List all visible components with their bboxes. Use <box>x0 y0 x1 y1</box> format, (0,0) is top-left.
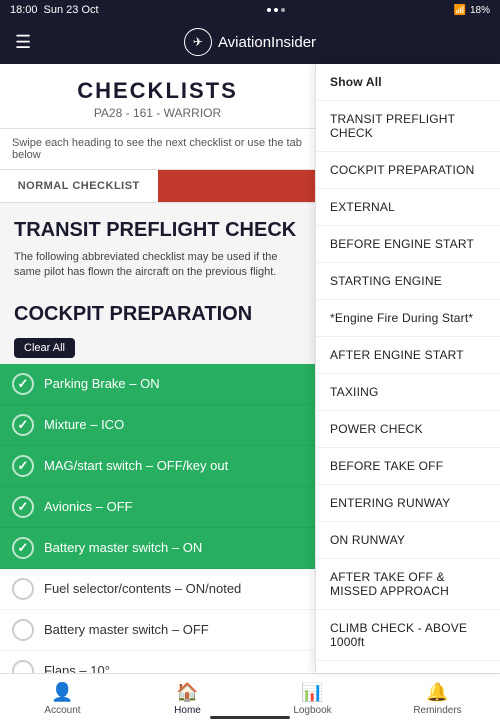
subsection-title-cockpit: COCKPIT PREPARATION <box>0 291 315 334</box>
list-item[interactable]: ✓ Mixture – ICO <box>0 405 315 446</box>
check-icon: ✓ <box>12 373 34 395</box>
dropdown-item-on-runway[interactable]: ON RUNWAY <box>316 522 500 559</box>
tab-bar: NORMAL CHECKLIST <box>0 170 315 203</box>
dropdown-item-before-takeoff[interactable]: BEFORE TAKE OFF <box>316 448 500 485</box>
item-text: Parking Brake – ON <box>44 376 160 391</box>
nav-logbook-label: Logbook <box>293 705 331 716</box>
main-content: CHECKLISTS PA28 - 161 - WARRIOR Swipe ea… <box>0 64 500 673</box>
list-item[interactable]: Flaps – 10° <box>0 651 315 673</box>
uncheck-icon <box>12 619 34 641</box>
item-text: Fuel selector/contents – ON/noted <box>44 581 241 596</box>
dropdown-item-before-engine[interactable]: BEFORE ENGINE START <box>316 226 500 263</box>
dropdown-item-taxiing[interactable]: TAXIING <box>316 374 500 411</box>
person-icon: 👤 <box>51 682 73 703</box>
dropdown-item-show-all[interactable]: Show All <box>316 64 500 101</box>
item-text: MAG/start switch – OFF/key out <box>44 458 228 473</box>
logo-icon: ✈ <box>184 28 212 56</box>
nav-home-label: Home <box>174 705 201 716</box>
dropdown-item-toc[interactable]: TOC / CRUISE / AIRFIELD APPROACH <box>316 661 500 673</box>
uncheck-icon <box>12 660 34 673</box>
checklist-title-section: CHECKLISTS PA28 - 161 - WARRIOR <box>0 64 315 129</box>
home-indicator <box>210 716 290 719</box>
dropdown-item-power-check[interactable]: POWER CHECK <box>316 411 500 448</box>
item-text: Battery master switch – ON <box>44 540 202 555</box>
app-header: ☰ ✈ AviationInsider <box>0 20 500 64</box>
dropdown-item-external[interactable]: EXTERNAL <box>316 189 500 226</box>
dropdown-item-after-engine[interactable]: AFTER ENGINE START <box>316 337 500 374</box>
status-bar: 18:00 Sun 23 Oct 📶 18% <box>0 0 500 20</box>
item-text: Mixture – ICO <box>44 417 124 432</box>
tab-normal-checklist[interactable]: NORMAL CHECKLIST <box>0 170 158 202</box>
clear-all-cockpit[interactable]: Clear All <box>14 338 75 358</box>
item-text: Avionics – OFF <box>44 499 133 514</box>
nav-account[interactable]: 👤 Account <box>0 676 125 722</box>
check-icon: ✓ <box>12 455 34 477</box>
dropdown-panel: Show All TRANSIT PREFLIGHT CHECK COCKPIT… <box>315 64 500 673</box>
app-logo: ✈ AviationInsider <box>184 28 316 56</box>
checklist-panel: CHECKLISTS PA28 - 161 - WARRIOR Swipe ea… <box>0 64 315 673</box>
bottom-nav: 👤 Account 🏠 Home 📊 Logbook 🔔 Reminders <box>0 673 500 723</box>
dropdown-item-climb-check[interactable]: CLIMB CHECK - ABOVE 1000ft <box>316 610 500 661</box>
check-icon: ✓ <box>12 496 34 518</box>
check-icon: ✓ <box>12 537 34 559</box>
item-text: Flaps – 10° <box>44 663 110 673</box>
item-text: Battery master switch – OFF <box>44 622 209 637</box>
dropdown-item-engine-fire[interactable]: *Engine Fire During Start* <box>316 300 500 337</box>
logbook-icon: 📊 <box>301 682 323 703</box>
checklist-subtitle: PA28 - 161 - WARRIOR <box>20 106 295 120</box>
status-dots <box>267 8 285 12</box>
list-item[interactable]: ✓ MAG/start switch – OFF/key out <box>0 446 315 487</box>
bell-icon: 🔔 <box>426 682 448 703</box>
swipe-hint: Swipe each heading to see the next check… <box>0 129 315 170</box>
nav-account-label: Account <box>44 705 80 716</box>
section-title-transit: TRANSIT PREFLIGHT CHECK <box>0 203 315 250</box>
tab-active-red[interactable] <box>158 170 316 202</box>
menu-button[interactable]: ☰ <box>15 32 31 53</box>
list-item[interactable]: Fuel selector/contents – ON/noted <box>0 569 315 610</box>
status-time: 18:00 Sun 23 Oct <box>10 4 99 16</box>
list-item[interactable]: ✓ Battery master switch – ON <box>0 528 315 569</box>
nav-home[interactable]: 🏠 Home <box>125 676 250 722</box>
home-icon: 🏠 <box>176 682 198 703</box>
uncheck-icon <box>12 578 34 600</box>
checklist-title: CHECKLISTS <box>20 78 295 104</box>
nav-logbook[interactable]: 📊 Logbook <box>250 676 375 722</box>
list-item[interactable]: Battery master switch – OFF <box>0 610 315 651</box>
check-icon: ✓ <box>12 414 34 436</box>
dropdown-item-cockpit[interactable]: COCKPIT PREPARATION <box>316 152 500 189</box>
nav-reminders-label: Reminders <box>413 705 461 716</box>
section-subtitle-transit: The following abbreviated checklist may … <box>0 250 315 291</box>
status-battery: 📶 18% <box>454 5 490 16</box>
nav-reminders[interactable]: 🔔 Reminders <box>375 676 500 722</box>
dropdown-item-starting-engine[interactable]: STARTING ENGINE <box>316 263 500 300</box>
dropdown-item-entering-runway[interactable]: ENTERING RUNWAY <box>316 485 500 522</box>
dropdown-item-transit[interactable]: TRANSIT PREFLIGHT CHECK <box>316 101 500 152</box>
list-item[interactable]: ✓ Avionics – OFF <box>0 487 315 528</box>
list-item[interactable]: ✓ Parking Brake – ON <box>0 364 315 405</box>
dropdown-item-after-takeoff[interactable]: AFTER TAKE OFF & MISSED APPROACH <box>316 559 500 610</box>
